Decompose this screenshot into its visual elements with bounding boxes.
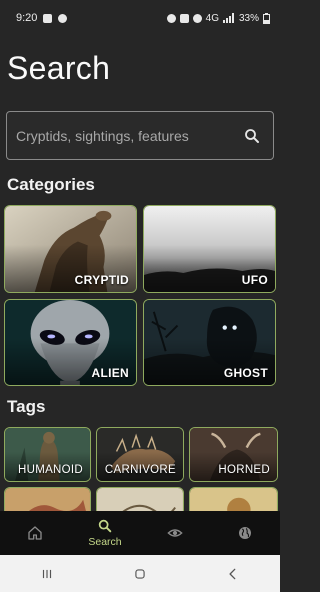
category-label: GHOST [223, 366, 268, 380]
tag-card-humanoid[interactable]: HUMANOID [4, 427, 91, 482]
category-card-ufo[interactable]: UFO [143, 205, 276, 293]
category-label: UFO [241, 273, 268, 287]
location-icon [192, 13, 202, 23]
status-bar: 9:20 4G 33% [0, 0, 280, 36]
eye-icon [167, 529, 183, 537]
category-card-alien[interactable]: ALIEN [4, 299, 137, 386]
category-card-cryptid[interactable]: CRYPTID [4, 205, 137, 293]
battery-percent: 33% [238, 12, 259, 24]
category-label: CRYPTID [74, 273, 129, 287]
home-icon [28, 526, 42, 540]
nav-home[interactable] [0, 511, 70, 555]
nav-map[interactable] [210, 511, 280, 555]
status-time: 9:20 [16, 12, 38, 24]
page-title: Search [7, 50, 111, 86]
alarm-icon [166, 13, 176, 23]
categories-heading: Categories [7, 175, 95, 194]
tag-card-horned[interactable]: HORNED [189, 427, 278, 482]
tags-heading: Tags [7, 397, 46, 416]
sync-notification-icon [58, 13, 68, 23]
search-icon[interactable] [243, 127, 261, 145]
recent-apps-icon[interactable] [40, 567, 54, 581]
tag-label: HUMANOID [17, 464, 83, 476]
globe-icon [239, 527, 251, 539]
nav-search-label: Search [88, 536, 122, 548]
tag-card-carnivore[interactable]: CARNIVORE [96, 427, 184, 482]
system-navigation-bar [0, 555, 280, 592]
category-card-ghost[interactable]: GHOST [143, 299, 276, 386]
mute-icon [179, 13, 189, 23]
network-type: 4G [205, 12, 219, 24]
tag-label: HORNED [218, 464, 270, 476]
gallery-notification-icon [43, 13, 53, 23]
battery-icon [263, 12, 270, 24]
search-icon [98, 519, 112, 533]
signal-icon [222, 13, 234, 23]
search-input[interactable] [16, 127, 243, 144]
tag-label: CARNIVORE [104, 464, 176, 476]
nav-sightings[interactable] [140, 511, 210, 555]
back-icon[interactable] [226, 567, 240, 581]
search-box[interactable] [6, 111, 274, 160]
home-button-icon[interactable] [133, 567, 147, 581]
nav-search[interactable]: Search [70, 511, 140, 555]
bottom-navigation: Search [0, 511, 280, 555]
category-label: ALIEN [91, 366, 129, 380]
